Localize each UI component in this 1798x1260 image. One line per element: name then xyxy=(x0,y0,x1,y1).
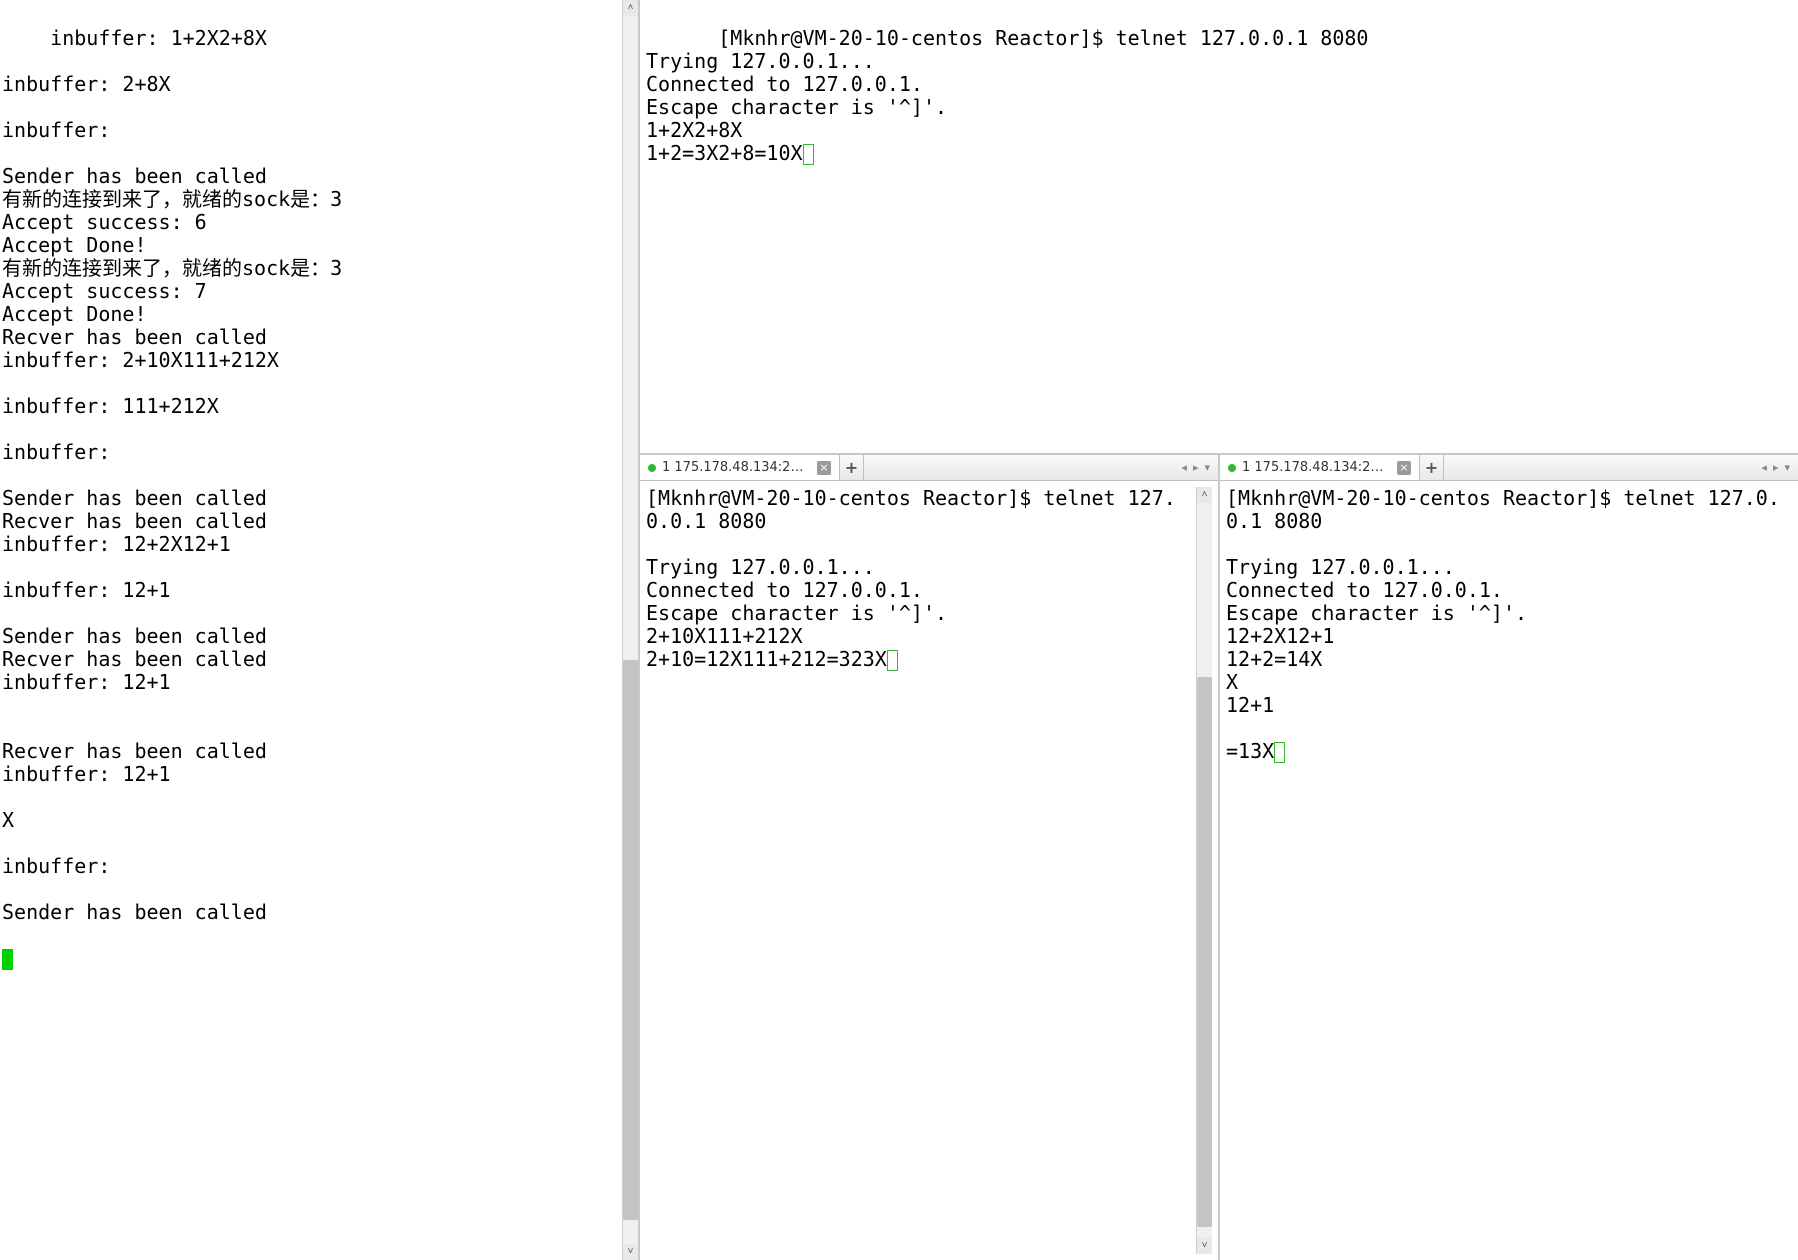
tab-bar: 1 175.178.48.134:22 [2] × + ◂ ▸ ▾ xyxy=(640,455,1218,481)
tab-spacer xyxy=(864,455,1173,480)
left-scrollbar[interactable]: ˄ ˅ xyxy=(622,0,638,1260)
tab-nav-left-icon[interactable]: ◂ xyxy=(1759,461,1769,474)
top-right-terminal-pane: [Mknhr@VM-20-10-centos Reactor]$ telnet … xyxy=(640,0,1798,455)
status-dot-icon xyxy=(648,464,656,472)
tab-label: 1 175.178.48.134:22 [2] xyxy=(662,460,811,475)
bottom-left-terminal-pane: 1 175.178.48.134:22 [2] × + ◂ ▸ ▾ [Mknhr… xyxy=(640,455,1220,1260)
tab-label: 1 175.178.48.134:22 [3] xyxy=(1242,460,1391,475)
terminal-text: [Mknhr@VM-20-10-centos Reactor]$ telnet … xyxy=(646,26,1368,165)
tab-spacer xyxy=(1444,455,1753,480)
tab-nav: ◂ ▸ ▾ xyxy=(1753,455,1798,480)
cursor-outline-icon xyxy=(887,650,898,671)
new-tab-button[interactable]: + xyxy=(1420,455,1444,480)
tab-session-3[interactable]: 1 175.178.48.134:22 [3] × xyxy=(1220,455,1420,480)
top-right-terminal-output[interactable]: [Mknhr@VM-20-10-centos Reactor]$ telnet … xyxy=(640,0,1798,453)
close-icon[interactable]: × xyxy=(1397,461,1411,475)
status-dot-icon xyxy=(1228,464,1236,472)
tab-nav-left-icon[interactable]: ◂ xyxy=(1179,461,1189,474)
cursor-outline-icon xyxy=(803,144,814,165)
tab-nav-dropdown-icon[interactable]: ▾ xyxy=(1202,461,1212,474)
scroll-thumb[interactable] xyxy=(623,660,638,1220)
bottom-left-terminal-output[interactable]: [Mknhr@VM-20-10-centos Reactor]$ telnet … xyxy=(640,481,1218,1260)
scroll-thumb[interactable] xyxy=(1197,677,1212,1227)
scroll-down-icon[interactable]: ˅ xyxy=(1197,1238,1212,1254)
new-tab-button[interactable]: + xyxy=(840,455,864,480)
tab-nav: ◂ ▸ ▾ xyxy=(1173,455,1218,480)
scroll-up-icon[interactable]: ˄ xyxy=(623,0,638,16)
right-column: [Mknhr@VM-20-10-centos Reactor]$ telnet … xyxy=(640,0,1798,1260)
bottom-right-split: 1 175.178.48.134:22 [2] × + ◂ ▸ ▾ [Mknhr… xyxy=(640,455,1798,1260)
tab-nav-dropdown-icon[interactable]: ▾ xyxy=(1782,461,1792,474)
left-terminal-pane: inbuffer: 1+2X2+8X inbuffer: 2+8X inbuff… xyxy=(0,0,640,1260)
scroll-up-icon[interactable]: ˄ xyxy=(1197,487,1212,503)
left-terminal-output[interactable]: inbuffer: 1+2X2+8X inbuffer: 2+8X inbuff… xyxy=(0,0,622,1260)
tab-session-2[interactable]: 1 175.178.48.134:22 [2] × xyxy=(640,455,840,480)
tab-bar: 1 175.178.48.134:22 [3] × + ◂ ▸ ▾ xyxy=(1220,455,1798,481)
bottom-right-terminal-output[interactable]: [Mknhr@VM-20-10-centos Reactor]$ telnet … xyxy=(1220,481,1798,1260)
terminal-text: [Mknhr@VM-20-10-centos Reactor]$ telnet … xyxy=(646,486,1176,671)
tab-nav-right-icon[interactable]: ▸ xyxy=(1191,461,1201,474)
terminal-text: inbuffer: 1+2X2+8X inbuffer: 2+8X inbuff… xyxy=(2,26,342,924)
close-icon[interactable]: × xyxy=(817,461,831,475)
cursor-icon xyxy=(2,949,13,970)
cursor-outline-icon xyxy=(1274,742,1285,763)
tab-nav-right-icon[interactable]: ▸ xyxy=(1771,461,1781,474)
bl-scrollbar[interactable]: ˄ ˅ xyxy=(1196,487,1212,1254)
scroll-down-icon[interactable]: ˅ xyxy=(623,1244,638,1260)
